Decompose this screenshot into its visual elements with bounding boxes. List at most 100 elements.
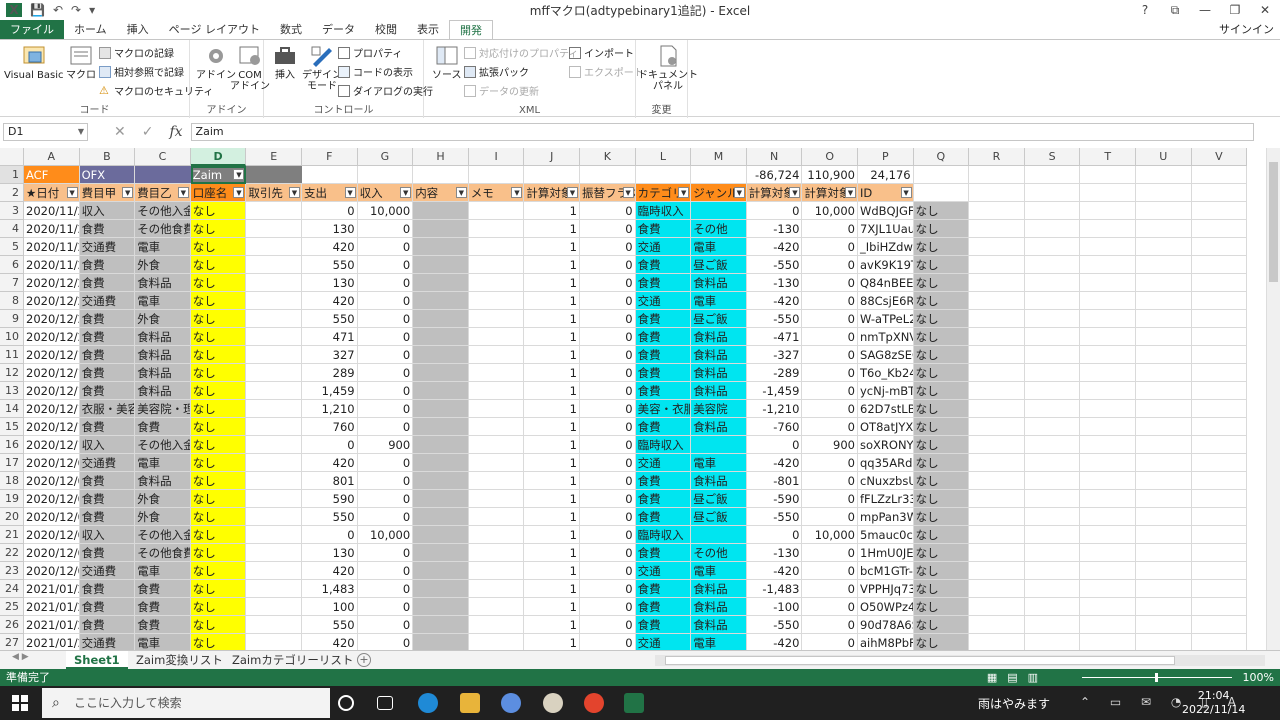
cell-c26[interactable]: 食費 xyxy=(135,616,191,634)
cell-s11[interactable] xyxy=(1024,346,1081,364)
cell-r21[interactable] xyxy=(969,526,1025,544)
cell-d12[interactable]: なし xyxy=(190,364,247,382)
cell-q12[interactable]: なし xyxy=(913,364,970,382)
cell-h5[interactable] xyxy=(413,238,469,256)
row-header[interactable]: 7 xyxy=(0,274,24,292)
cell-d3[interactable]: なし xyxy=(190,202,247,220)
cell-l4[interactable]: 食費 xyxy=(635,220,692,238)
cell-c12[interactable]: 食料品 xyxy=(135,364,191,382)
cell-l10[interactable]: 食費 xyxy=(635,328,692,346)
cell-u27[interactable] xyxy=(1136,634,1192,650)
cell-j25[interactable]: 1 xyxy=(524,598,580,616)
cell-k14[interactable]: 0 xyxy=(580,400,636,418)
cell-j14[interactable]: 1 xyxy=(524,400,580,418)
cell-l13[interactable]: 食費 xyxy=(635,382,692,400)
cell-d25[interactable]: なし xyxy=(190,598,247,616)
cell-j27[interactable]: 1 xyxy=(524,634,580,650)
cell-e19[interactable] xyxy=(246,490,302,508)
cell-j1[interactable] xyxy=(524,166,580,184)
row-header[interactable]: 8 xyxy=(0,292,24,310)
zoom-slider-knob[interactable] xyxy=(1155,673,1158,682)
filter-dropdown-icon[interactable]: ▼ xyxy=(177,187,189,198)
cell-i22[interactable] xyxy=(468,544,525,562)
formula-input[interactable]: Zaim xyxy=(190,123,1254,141)
cell-p25[interactable]: O50WPz43 xyxy=(858,598,914,616)
cell-c25[interactable]: 食費 xyxy=(135,598,191,616)
cell-k9[interactable]: 0 xyxy=(580,310,636,328)
cell-o8[interactable]: 0 xyxy=(802,292,858,310)
cell-r10[interactable] xyxy=(969,328,1025,346)
cell-n13[interactable]: -1,459 xyxy=(746,382,803,400)
name-box[interactable]: D1 ▼ xyxy=(3,123,88,141)
cell-t18[interactable] xyxy=(1080,472,1136,490)
cell-j11[interactable]: 1 xyxy=(524,346,580,364)
column-header-l[interactable]: L xyxy=(635,148,692,166)
cell-t14[interactable] xyxy=(1080,400,1136,418)
cell-b17[interactable]: 交通費 xyxy=(79,454,136,472)
cell-v14[interactable] xyxy=(1191,400,1248,418)
cell-u2[interactable] xyxy=(1136,184,1192,202)
cell-a9[interactable]: 2020/12/22 xyxy=(24,310,80,328)
horizontal-scroll-thumb[interactable] xyxy=(665,656,1175,665)
insert-function-icon[interactable]: fx xyxy=(169,124,182,140)
column-header-n[interactable]: N xyxy=(746,148,803,166)
cell-h13[interactable] xyxy=(413,382,469,400)
cell-l22[interactable]: 食費 xyxy=(635,544,692,562)
properties-button[interactable]: プロパティ xyxy=(338,45,402,60)
cell-h4[interactable] xyxy=(413,220,469,238)
cell-s23[interactable] xyxy=(1024,562,1081,580)
cell-j24[interactable]: 1 xyxy=(524,580,580,598)
cell-b4[interactable]: 食費 xyxy=(79,220,136,238)
filter-dropdown-icon[interactable]: ▼ xyxy=(400,187,412,198)
cell-m17[interactable]: 電車 xyxy=(691,454,747,472)
cell-t4[interactable] xyxy=(1080,220,1136,238)
cell-a2[interactable]: ★日付 ▼ xyxy=(24,184,80,202)
vertical-scrollbar[interactable] xyxy=(1266,148,1280,650)
row-header[interactable]: 1 xyxy=(0,166,24,184)
cell-s22[interactable] xyxy=(1024,544,1081,562)
column-header-u[interactable]: U xyxy=(1136,148,1192,166)
row-header[interactable]: 17 xyxy=(0,454,24,472)
cell-p7[interactable]: Q84nBEEV xyxy=(858,274,914,292)
cell-g8[interactable]: 0 xyxy=(357,292,414,310)
cell-c5[interactable]: 電車 xyxy=(135,238,191,256)
cell-f26[interactable]: 550 xyxy=(302,616,358,634)
cell-s2[interactable] xyxy=(1024,184,1081,202)
cell-p13[interactable]: ycNj-mBT xyxy=(858,382,914,400)
windows-start-icon[interactable] xyxy=(12,695,28,711)
cell-h20[interactable] xyxy=(413,508,469,526)
cell-t10[interactable] xyxy=(1080,328,1136,346)
cell-g26[interactable]: 0 xyxy=(357,616,414,634)
cell-t5[interactable] xyxy=(1080,238,1136,256)
tab-insert[interactable]: 挿入 xyxy=(117,20,159,39)
cell-u6[interactable] xyxy=(1136,256,1192,274)
column-header-a[interactable]: A xyxy=(24,148,80,166)
cell-s13[interactable] xyxy=(1024,382,1081,400)
cell-f12[interactable]: 289 xyxy=(302,364,358,382)
cell-k12[interactable]: 0 xyxy=(580,364,636,382)
cell-l5[interactable]: 交通 xyxy=(635,238,692,256)
cell-k19[interactable]: 0 xyxy=(580,490,636,508)
cell-e18[interactable] xyxy=(246,472,302,490)
cell-l15[interactable]: 食費 xyxy=(635,418,692,436)
tab-home[interactable]: ホーム xyxy=(64,20,117,39)
cell-o14[interactable]: 0 xyxy=(802,400,858,418)
row-header[interactable]: 14 xyxy=(0,400,24,418)
undo-icon[interactable]: ↶ xyxy=(53,3,63,17)
cell-h19[interactable] xyxy=(413,490,469,508)
cell-k21[interactable]: 0 xyxy=(580,526,636,544)
cell-u24[interactable] xyxy=(1136,580,1192,598)
cell-p16[interactable]: soXRONY xyxy=(858,436,914,454)
cell-c10[interactable]: 食料品 xyxy=(135,328,191,346)
cell-r9[interactable] xyxy=(969,310,1025,328)
weather-text[interactable]: 雨はやみます xyxy=(978,695,1050,712)
cell-k20[interactable]: 0 xyxy=(580,508,636,526)
cell-u23[interactable] xyxy=(1136,562,1192,580)
cell-s1[interactable] xyxy=(1024,166,1081,184)
cell-u11[interactable] xyxy=(1136,346,1192,364)
cell-h24[interactable] xyxy=(413,580,469,598)
filter-dropdown-icon[interactable]: ▼ xyxy=(566,187,578,198)
cell-e14[interactable] xyxy=(246,400,302,418)
cell-v13[interactable] xyxy=(1191,382,1248,400)
cell-e8[interactable] xyxy=(246,292,302,310)
